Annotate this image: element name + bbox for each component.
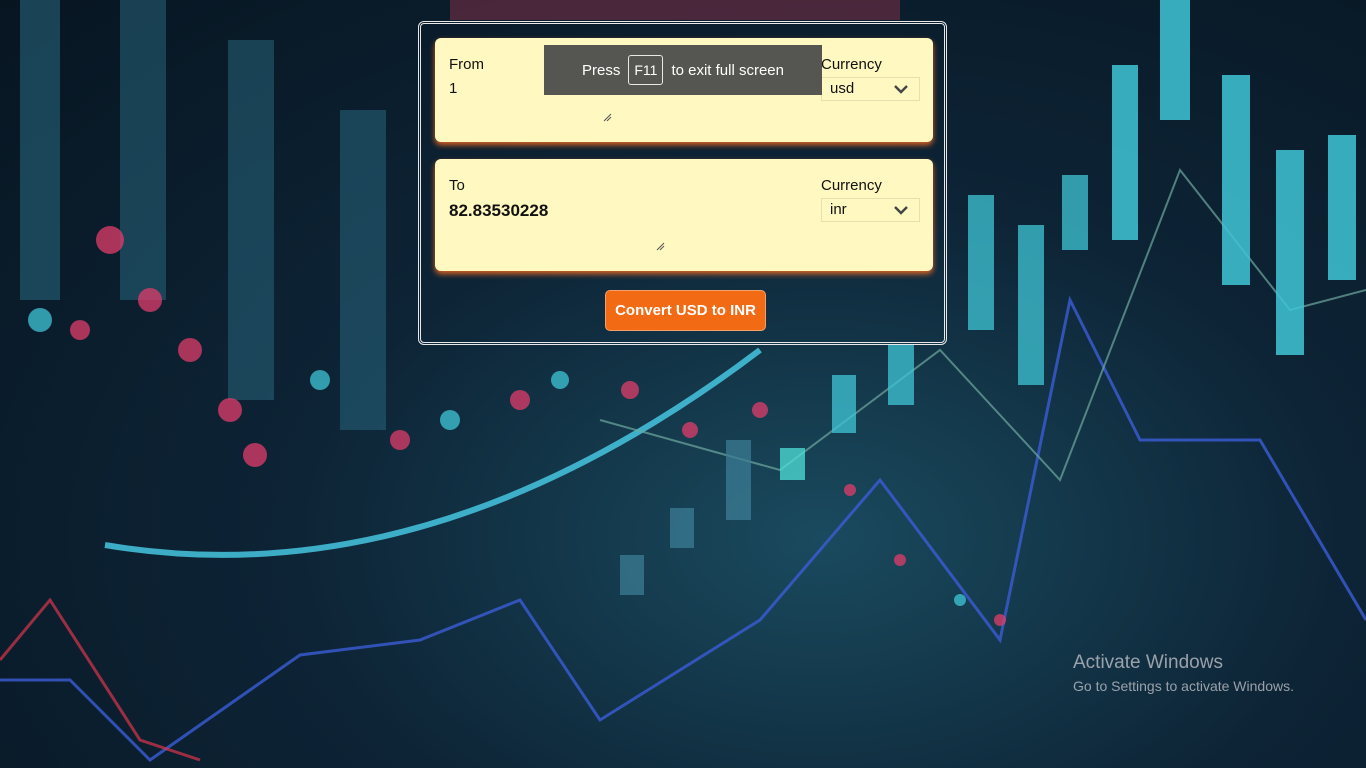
- from-currency-label: Currency: [821, 56, 882, 73]
- from-label: From: [449, 56, 484, 73]
- to-panel: To 82.83530228 Currency inr: [435, 159, 933, 271]
- watermark-subtitle: Go to Settings to activate Windows.: [1073, 678, 1294, 694]
- fullscreen-key: F11: [628, 55, 664, 85]
- fullscreen-press-text: Press: [582, 61, 621, 79]
- resize-grip-icon[interactable]: [603, 113, 612, 122]
- convert-button[interactable]: Convert USD to INR: [605, 290, 766, 331]
- to-label: To: [449, 177, 465, 194]
- resize-grip-icon[interactable]: [656, 242, 665, 251]
- chevron-down-icon: [894, 85, 908, 94]
- to-currency-select[interactable]: inr: [821, 198, 920, 222]
- from-currency-select[interactable]: usd: [821, 77, 920, 101]
- to-currency-value: inr: [830, 201, 847, 218]
- to-amount-output[interactable]: 82.83530228: [449, 201, 665, 239]
- to-currency-label: Currency: [821, 177, 882, 194]
- watermark-title: Activate Windows: [1073, 652, 1223, 673]
- chevron-down-icon: [894, 206, 908, 215]
- from-currency-value: usd: [830, 80, 855, 97]
- fullscreen-notice: Press F11 to exit full screen: [544, 45, 822, 95]
- fullscreen-suffix-text: to exit full screen: [671, 61, 784, 79]
- activate-windows-watermark: Activate Windows Go to Settings to activ…: [1073, 652, 1294, 694]
